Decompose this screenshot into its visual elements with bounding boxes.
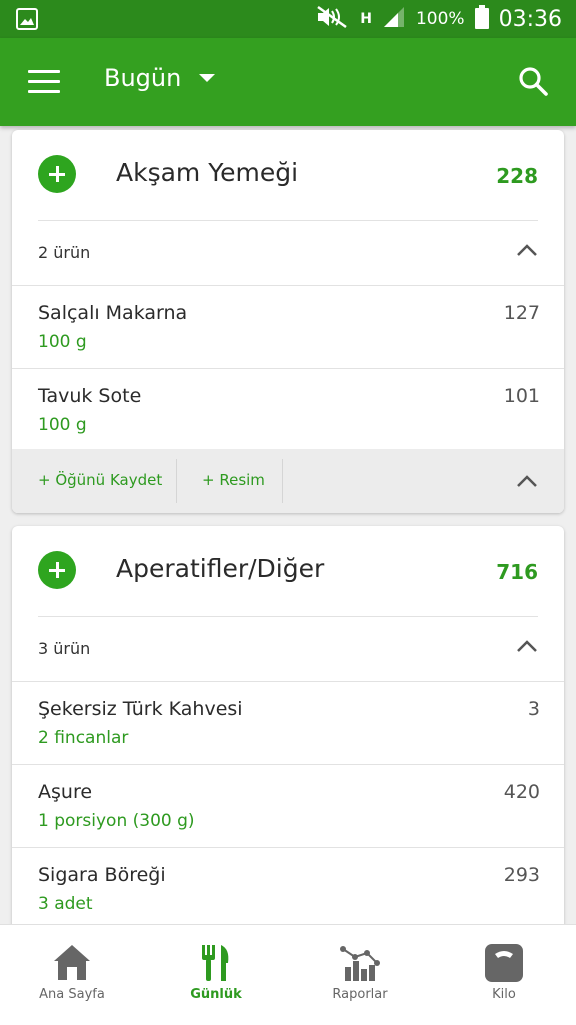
status-bar: H 100% 03:36: [0, 0, 576, 38]
item-count: 3 ürün: [38, 639, 91, 658]
food-calories: 3: [527, 698, 540, 720]
battery-icon: [474, 5, 489, 33]
app-bar: Bugün: [0, 38, 576, 126]
add-food-button[interactable]: [38, 551, 76, 589]
nav-diary[interactable]: Günlük: [144, 925, 288, 1025]
battery-percent: 100%: [415, 9, 465, 29]
dropdown-caret-icon: [199, 74, 216, 82]
food-amount: 3 adet: [38, 894, 93, 914]
nav-label: Günlük: [190, 987, 242, 1002]
chevron-up-icon[interactable]: [516, 639, 538, 653]
nav-weight[interactable]: Kilo: [432, 925, 576, 1025]
meal-card-dinner: Akşam Yemeği 228 2 ürün Salçalı Makarna …: [12, 130, 564, 513]
food-row[interactable]: Şekersiz Türk Kahvesi 2 fincanlar 3: [12, 682, 564, 765]
nav-label: Ana Sayfa: [39, 987, 105, 1002]
meal-calories: 228: [496, 164, 538, 188]
gallery-notification-icon: [16, 8, 38, 34]
food-calories: 420: [503, 781, 540, 803]
food-calories: 293: [503, 864, 540, 886]
fork-knife-icon: [202, 945, 229, 981]
add-photo-button[interactable]: + Resim: [202, 471, 265, 489]
chevron-up-icon[interactable]: [516, 243, 538, 257]
hamburger-menu-icon[interactable]: [28, 70, 60, 94]
meal-title: Aperatifler/Diğer: [116, 554, 325, 583]
nav-label: Kilo: [492, 987, 516, 1002]
item-count-row[interactable]: 3 ürün: [12, 617, 564, 682]
clock: 03:36: [498, 6, 562, 32]
food-name: Aşure: [38, 781, 93, 803]
chart-icon: [340, 946, 380, 981]
food-amount: 100 g: [38, 332, 87, 352]
bottom-navigation: Ana Sayfa Günlük Raporlar Kilo: [0, 924, 576, 1025]
item-count-row[interactable]: 2 ürün: [12, 221, 564, 286]
add-food-button[interactable]: [38, 155, 76, 193]
divider: [282, 459, 283, 503]
meal-calories: 716: [496, 560, 538, 584]
divider: [176, 459, 177, 503]
food-name: Şekersiz Türk Kahvesi: [38, 698, 243, 720]
scale-icon: [485, 944, 523, 982]
page-title: Bugün: [104, 64, 182, 92]
meal-action-bar: + Öğünü Kaydet + Resim: [12, 449, 564, 513]
date-selector[interactable]: Bugün: [104, 64, 216, 92]
food-name: Tavuk Sote: [38, 385, 142, 407]
save-meal-button[interactable]: + Öğünü Kaydet: [38, 471, 162, 489]
nav-label: Raporlar: [332, 987, 388, 1002]
food-amount: 1 porsiyon (300 g): [38, 811, 195, 831]
network-type-label: H: [360, 11, 372, 27]
food-amount: 100 g: [38, 415, 87, 435]
nav-reports[interactable]: Raporlar: [288, 925, 432, 1025]
food-calories: 101: [503, 385, 540, 407]
mute-icon: [316, 5, 350, 33]
food-row[interactable]: Salçalı Makarna 100 g 127: [12, 286, 564, 369]
food-row[interactable]: Aşure 1 porsiyon (300 g) 420: [12, 765, 564, 848]
chevron-up-icon[interactable]: [516, 474, 538, 488]
food-calories: 127: [503, 302, 540, 324]
search-icon[interactable]: [518, 66, 548, 100]
meal-card-snacks: Aperatifler/Diğer 716 3 ürün Şekersiz Tü…: [12, 526, 564, 946]
food-name: Salçalı Makarna: [38, 302, 188, 324]
meal-header: Akşam Yemeği 228: [38, 130, 538, 221]
food-row[interactable]: Tavuk Sote 100 g 101: [12, 369, 564, 451]
meal-header: Aperatifler/Diğer 716: [38, 526, 538, 617]
signal-icon: [382, 6, 406, 32]
food-row[interactable]: Sigara Böreği 3 adet 293: [12, 848, 564, 930]
home-icon: [54, 945, 90, 980]
food-amount: 2 fincanlar: [38, 728, 129, 748]
meal-title: Akşam Yemeği: [116, 158, 299, 187]
food-name: Sigara Böreği: [38, 864, 166, 886]
item-count: 2 ürün: [38, 243, 91, 262]
nav-home[interactable]: Ana Sayfa: [0, 925, 144, 1025]
